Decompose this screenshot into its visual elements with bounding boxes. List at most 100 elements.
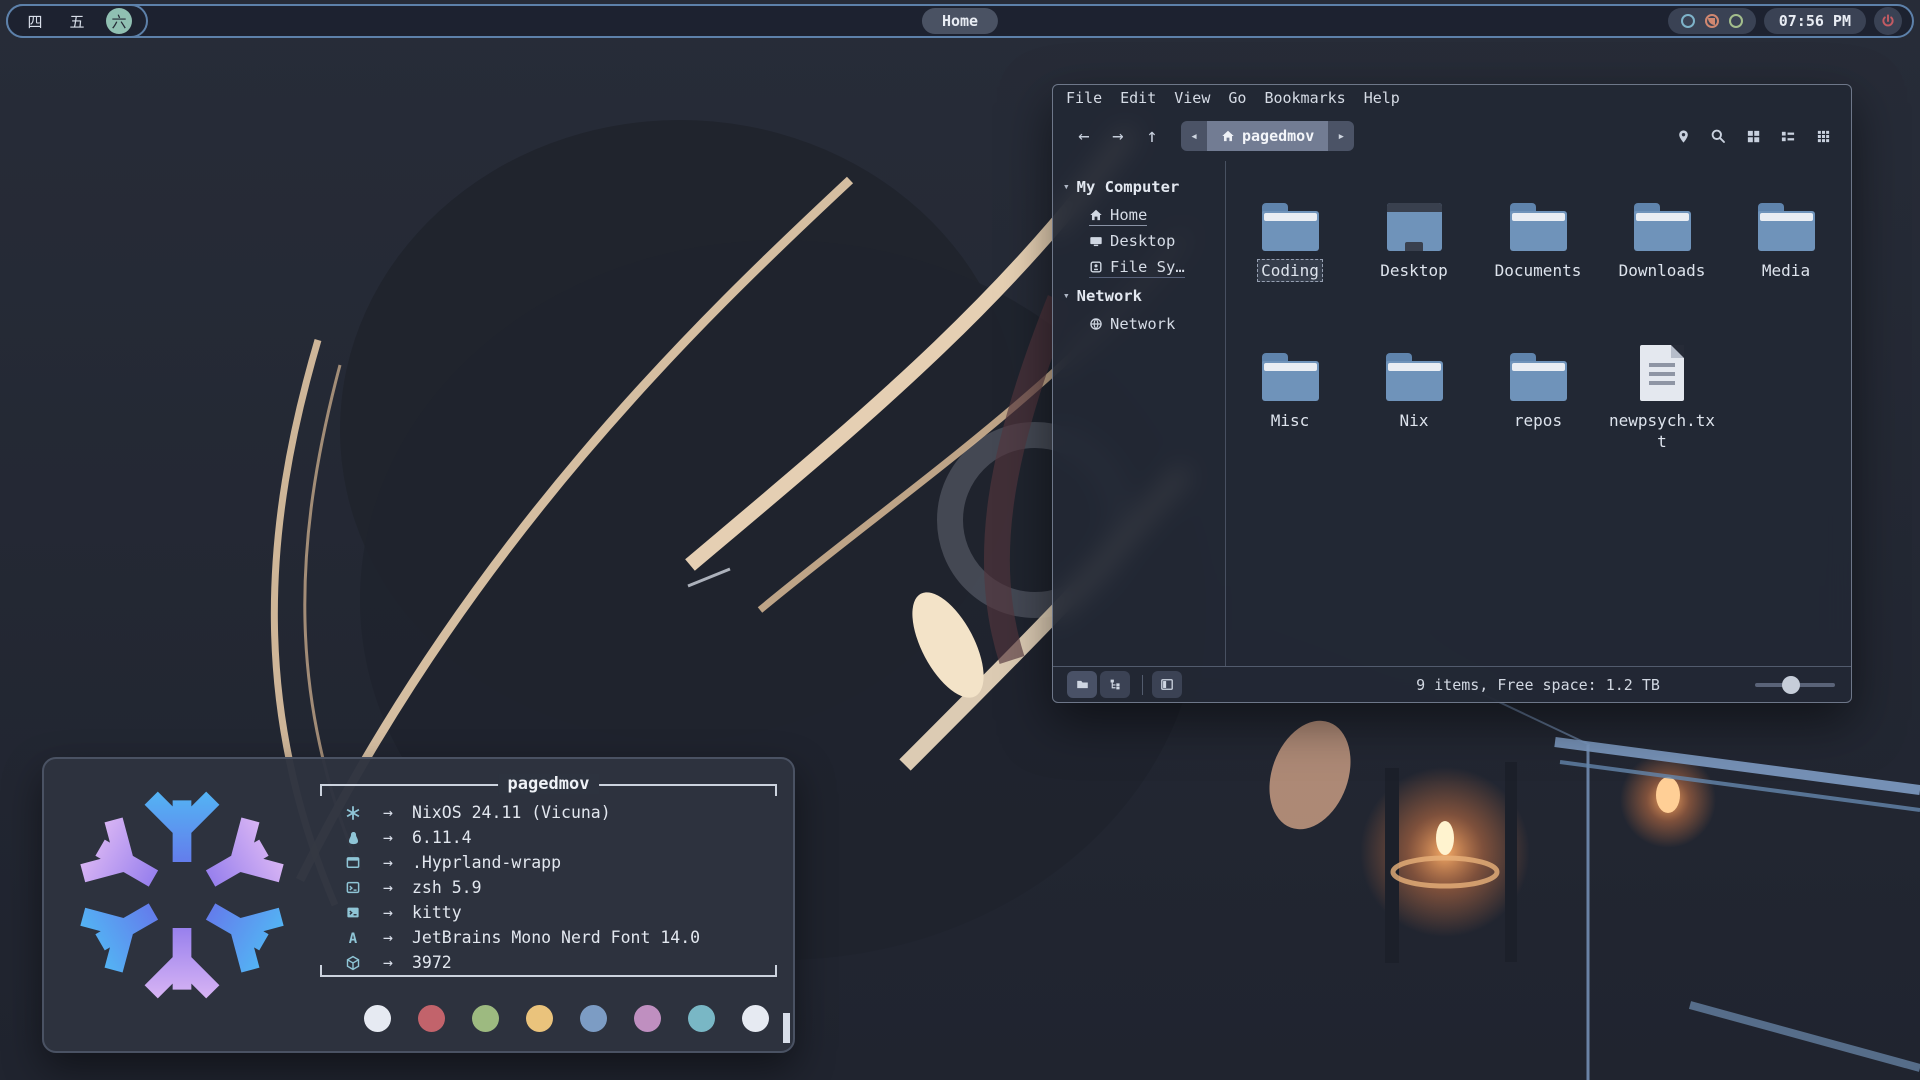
back-button[interactable]: ← (1067, 121, 1101, 151)
places-sidebar: ▾ My Computer Home Desktop (1053, 161, 1225, 666)
clock[interactable]: 07:56 PM (1764, 8, 1866, 34)
file-view: Coding Desktop Documents Downloads Media… (1226, 161, 1851, 666)
nixos-logo (72, 785, 292, 1005)
fetch-row-kernel: → 6.11.4 (342, 825, 767, 850)
tree-view-icon (1109, 678, 1122, 691)
workspace-5[interactable]: 五 (64, 8, 90, 34)
list-view-button[interactable] (1774, 122, 1802, 150)
terminal-cursor[interactable] (783, 1013, 790, 1043)
icon-view-button[interactable] (1739, 122, 1767, 150)
palette-dot (364, 1005, 391, 1032)
slider-knob[interactable] (1782, 676, 1800, 694)
sidebar-item-home[interactable]: Home (1089, 204, 1147, 226)
workspaces-module: 四 五 六 (6, 4, 148, 38)
location-pin-icon (1676, 129, 1691, 144)
sidebar-item-desktop[interactable]: Desktop (1089, 230, 1175, 252)
fetch-row-shell: → zsh 5.9 (342, 875, 767, 900)
status-bar: 9 items, Free space: 1.2 TB (1053, 666, 1851, 702)
location-button[interactable] (1669, 122, 1697, 150)
menu-go[interactable]: Go (1228, 89, 1246, 111)
palette-dot (742, 1005, 769, 1032)
sidebar-section-my-computer[interactable]: ▾ My Computer (1063, 173, 1225, 200)
path-bar: ◂ pagedmov ▸ (1181, 121, 1354, 151)
terminal-color-palette (364, 1005, 769, 1032)
pie-orange-icon (1705, 14, 1719, 28)
svg-text:A: A (349, 931, 358, 946)
power-button[interactable] (1874, 7, 1902, 35)
folder-icon (1510, 353, 1567, 401)
palette-dot (472, 1005, 499, 1032)
folder-icon (1510, 203, 1567, 251)
forward-button[interactable]: → (1101, 121, 1135, 151)
grid-view-icon (1746, 129, 1761, 144)
menu-bookmarks[interactable]: Bookmarks (1264, 89, 1345, 111)
show-tree-button[interactable] (1100, 671, 1130, 698)
tab-scroll-left-button[interactable]: ◂ (1181, 121, 1207, 151)
toolbar: ← → ↑ ◂ pagedmov ▸ (1053, 111, 1851, 161)
workspace-6-active[interactable]: 六 (106, 8, 132, 34)
current-path-tab[interactable]: pagedmov (1207, 121, 1328, 151)
folder-icon (1262, 203, 1319, 251)
collapse-arrow-icon: ▾ (1063, 180, 1070, 193)
menu-edit[interactable]: Edit (1120, 89, 1156, 111)
terminal-window: pagedmov → NixOS 24.11 (Vicuna) → 6.11.4 (42, 757, 795, 1053)
focused-window-title: Home (922, 8, 998, 34)
sidebar-item-network[interactable]: Network (1089, 313, 1175, 335)
file-item-downloads[interactable]: Downloads (1600, 185, 1724, 335)
side-pane-icon (1160, 678, 1174, 691)
text-file-icon (1640, 345, 1684, 401)
toggle-side-pane-button[interactable] (1152, 671, 1182, 698)
sidebar-section-network[interactable]: ▾ Network (1063, 282, 1225, 309)
folder-icon (1262, 353, 1319, 401)
file-manager-window: File Edit View Go Bookmarks Help ← → ↑ ◂… (1052, 84, 1852, 703)
compact-view-button[interactable] (1809, 122, 1837, 150)
terminal-icon (345, 905, 361, 920)
icon-size-slider[interactable] (1755, 671, 1835, 698)
folder-icon (1758, 203, 1815, 251)
show-files-button[interactable] (1067, 671, 1097, 698)
status-indicators-module[interactable] (1668, 8, 1756, 34)
palette-dot (580, 1005, 607, 1032)
fetch-row-packages: → 3972 (342, 950, 767, 975)
circle-outline-green-icon (1729, 14, 1743, 28)
menu-file[interactable]: File (1066, 89, 1102, 111)
fetch-hostname: pagedmov (498, 774, 600, 794)
top-bar: 四 五 六 Home 07:56 PM (6, 4, 1914, 38)
up-button[interactable]: ↑ (1135, 121, 1169, 151)
nixos-icon (345, 805, 361, 821)
power-icon (1881, 14, 1895, 28)
file-item-newpsych-txt[interactable]: newpsych.txt (1600, 335, 1724, 485)
desktop-folder-icon (1387, 203, 1442, 251)
folder-small-icon (1076, 678, 1089, 691)
file-item-coding[interactable]: Coding (1228, 185, 1352, 335)
file-item-nix[interactable]: Nix (1352, 335, 1476, 485)
menu-view[interactable]: View (1174, 89, 1210, 111)
palette-dot (526, 1005, 553, 1032)
menu-help[interactable]: Help (1364, 89, 1400, 111)
fetch-row-os: → NixOS 24.11 (Vicuna) (342, 800, 767, 825)
file-item-misc[interactable]: Misc (1228, 335, 1352, 485)
menu-bar: File Edit View Go Bookmarks Help (1053, 85, 1851, 111)
window-manager-icon (345, 855, 361, 870)
search-icon (1710, 128, 1726, 144)
home-icon (1221, 129, 1235, 143)
fetch-row-wm: → .Hyprland-wrapp (342, 850, 767, 875)
file-item-documents[interactable]: Documents (1476, 185, 1600, 335)
palette-dot (688, 1005, 715, 1032)
fetch-row-font: A → JetBrains Mono Nerd Font 14.0 (342, 925, 767, 950)
workspace-4[interactable]: 四 (22, 8, 48, 34)
folder-icon (1634, 203, 1691, 251)
fetch-frame: pagedmov → NixOS 24.11 (Vicuna) → 6.11.4 (320, 784, 777, 977)
file-item-media[interactable]: Media (1724, 185, 1848, 335)
search-button[interactable] (1704, 122, 1732, 150)
circle-outline-blue-icon (1681, 14, 1695, 28)
status-divider (1142, 675, 1143, 695)
filesystem-disk-icon (1089, 260, 1103, 274)
file-item-desktop[interactable]: Desktop (1352, 185, 1476, 335)
desktop-icon (1089, 234, 1103, 248)
file-item-repos[interactable]: repos (1476, 335, 1600, 485)
tab-scroll-right-button[interactable]: ▸ (1328, 121, 1354, 151)
fetch-row-terminal: → kitty (342, 900, 767, 925)
home-icon (1089, 208, 1103, 222)
sidebar-item-file-system[interactable]: File Sy… (1089, 256, 1185, 278)
